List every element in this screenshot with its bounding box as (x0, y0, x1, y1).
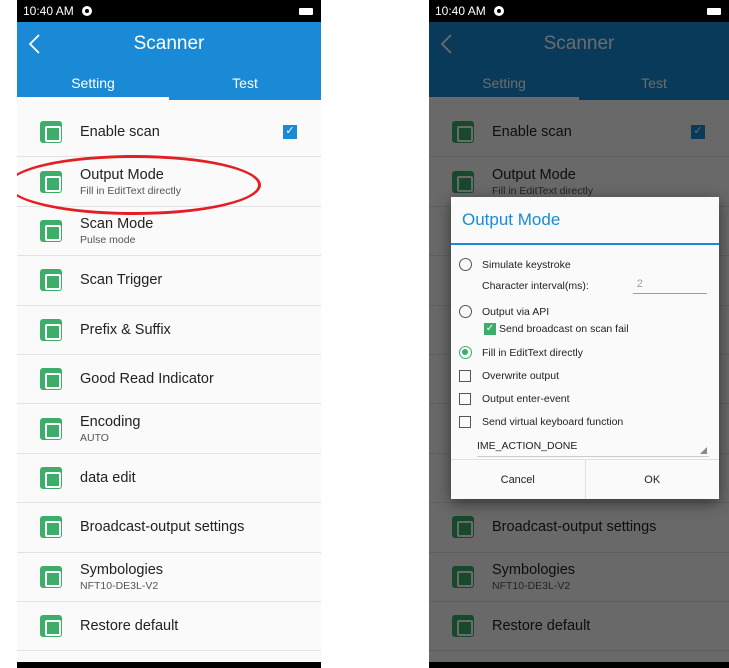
row-label: Symbologies (80, 561, 164, 578)
ime-action-select[interactable]: IME_ACTION_DONE (477, 435, 709, 457)
barcode-icon (40, 219, 62, 242)
option-overwrite-output[interactable]: Overwrite output (451, 364, 719, 387)
ime-action-value: IME_ACTION_DONE (477, 439, 578, 452)
row-prefix-suffix[interactable]: Prefix & Suffix (17, 306, 321, 355)
status-bar: 10:40 AM (17, 0, 321, 22)
notification-icon (81, 6, 92, 16)
battery-icon (299, 8, 313, 15)
row-label: Enable scan (80, 124, 160, 141)
row-sub: NFT10-DE3L-V2 (80, 579, 159, 592)
status-bar: 10:40 AM (429, 0, 729, 22)
row-label: Restore default (80, 618, 179, 635)
option-label: Output enter-event (482, 392, 570, 405)
highlight-annotation (17, 155, 261, 215)
row-label: Good Read Indicator (80, 371, 214, 388)
checkbox[interactable] (459, 392, 471, 405)
indicator-icon (40, 368, 62, 391)
trigger-icon (40, 269, 62, 292)
checkbox[interactable] (459, 415, 471, 428)
page-title: Scanner (133, 33, 205, 54)
nav-bar (429, 662, 729, 668)
ok-button[interactable]: OK (584, 460, 720, 499)
cancel-button[interactable]: Cancel (451, 460, 585, 499)
send-broadcast-checkbox[interactable]: ✓ (484, 323, 496, 335)
back-arrow-icon[interactable] (25, 32, 45, 56)
dialog-body: Simulate keystroke Character interval(ms… (451, 245, 719, 457)
option-label: Fill in EditText directly (482, 346, 583, 359)
dialog-title: Output Mode (451, 197, 719, 245)
option-simulate-keystroke[interactable]: Simulate keystroke (451, 253, 719, 276)
checkbox[interactable] (459, 369, 471, 382)
row-label: Prefix & Suffix (80, 321, 171, 338)
radio-button[interactable] (459, 305, 472, 318)
row-label: data edit (80, 469, 136, 486)
tab-test[interactable]: Test (169, 66, 321, 100)
symbologies-icon (40, 565, 62, 588)
edit-icon (40, 466, 62, 489)
row-encoding[interactable]: Encoding AUTO (17, 404, 321, 454)
row-scan-trigger[interactable]: Scan Trigger (17, 256, 321, 306)
scan-icon (40, 121, 62, 144)
broadcast-icon (40, 516, 62, 539)
status-time: 10:40 AM (23, 4, 74, 18)
dropdown-triangle-icon (700, 447, 707, 454)
send-broadcast-label: Send broadcast on scan fail (499, 323, 629, 335)
char-interval-label: Character interval(ms): (482, 280, 589, 292)
prefix-icon (40, 318, 62, 341)
dialog-buttons: Cancel OK (451, 459, 719, 499)
row-label: Broadcast-output settings (80, 519, 245, 536)
row-restore-default[interactable]: Restore default (17, 602, 321, 652)
right-screen: 10:40 AM Scanner Setting Test Enable sca… (429, 0, 729, 668)
option-label: Simulate keystroke (482, 258, 571, 271)
send-broadcast-row[interactable]: ✓ Send broadcast on scan fail (451, 319, 719, 339)
left-screen: 10:40 AM Scanner Setting Test Enable sca… (17, 0, 321, 668)
option-output-enter-event[interactable]: Output enter-event (451, 387, 719, 410)
tab-setting[interactable]: Setting (17, 66, 169, 100)
row-label: Scan Mode (80, 215, 154, 232)
encoding-icon (40, 417, 62, 440)
option-label: Overwrite output (482, 369, 560, 382)
status-time: 10:40 AM (435, 4, 486, 18)
option-label: Send virtual keyboard function (482, 415, 624, 428)
option-fill-edittext[interactable]: Fill in EditText directly (451, 341, 719, 364)
row-good-read-indicator[interactable]: Good Read Indicator (17, 355, 321, 405)
radio-button[interactable] (459, 258, 472, 271)
nav-bar (17, 662, 321, 668)
notification-icon (493, 6, 504, 16)
row-scan-mode[interactable]: Scan Mode Pulse mode (17, 207, 321, 257)
char-interval-row: Character interval(ms): 2 (451, 276, 719, 296)
tab-indicator (17, 97, 169, 100)
enable-scan-checkbox[interactable]: ✓ (283, 125, 297, 139)
row-symbologies[interactable]: Symbologies NFT10-DE3L-V2 (17, 553, 321, 602)
row-broadcast-output[interactable]: Broadcast-output settings (17, 503, 321, 553)
restore-icon (40, 615, 62, 638)
output-mode-dialog: Output Mode Simulate keystroke Character… (451, 197, 719, 499)
radio-button-selected[interactable] (459, 346, 472, 359)
row-label: Encoding (80, 413, 141, 430)
tab-bar: Setting Test (17, 66, 321, 100)
row-data-edit[interactable]: data edit (17, 454, 321, 504)
char-interval-input[interactable]: 2 (632, 278, 707, 294)
option-send-virtual-keyboard[interactable]: Send virtual keyboard function (451, 410, 719, 433)
option-label: Output via API (482, 305, 550, 318)
row-enable-scan[interactable]: Enable scan ✓ (17, 108, 321, 158)
app-bar: Scanner (17, 22, 321, 66)
row-sub: AUTO (80, 431, 109, 444)
row-label: Scan Trigger (80, 272, 163, 289)
row-sub: Pulse mode (80, 233, 136, 246)
battery-icon (707, 8, 721, 15)
